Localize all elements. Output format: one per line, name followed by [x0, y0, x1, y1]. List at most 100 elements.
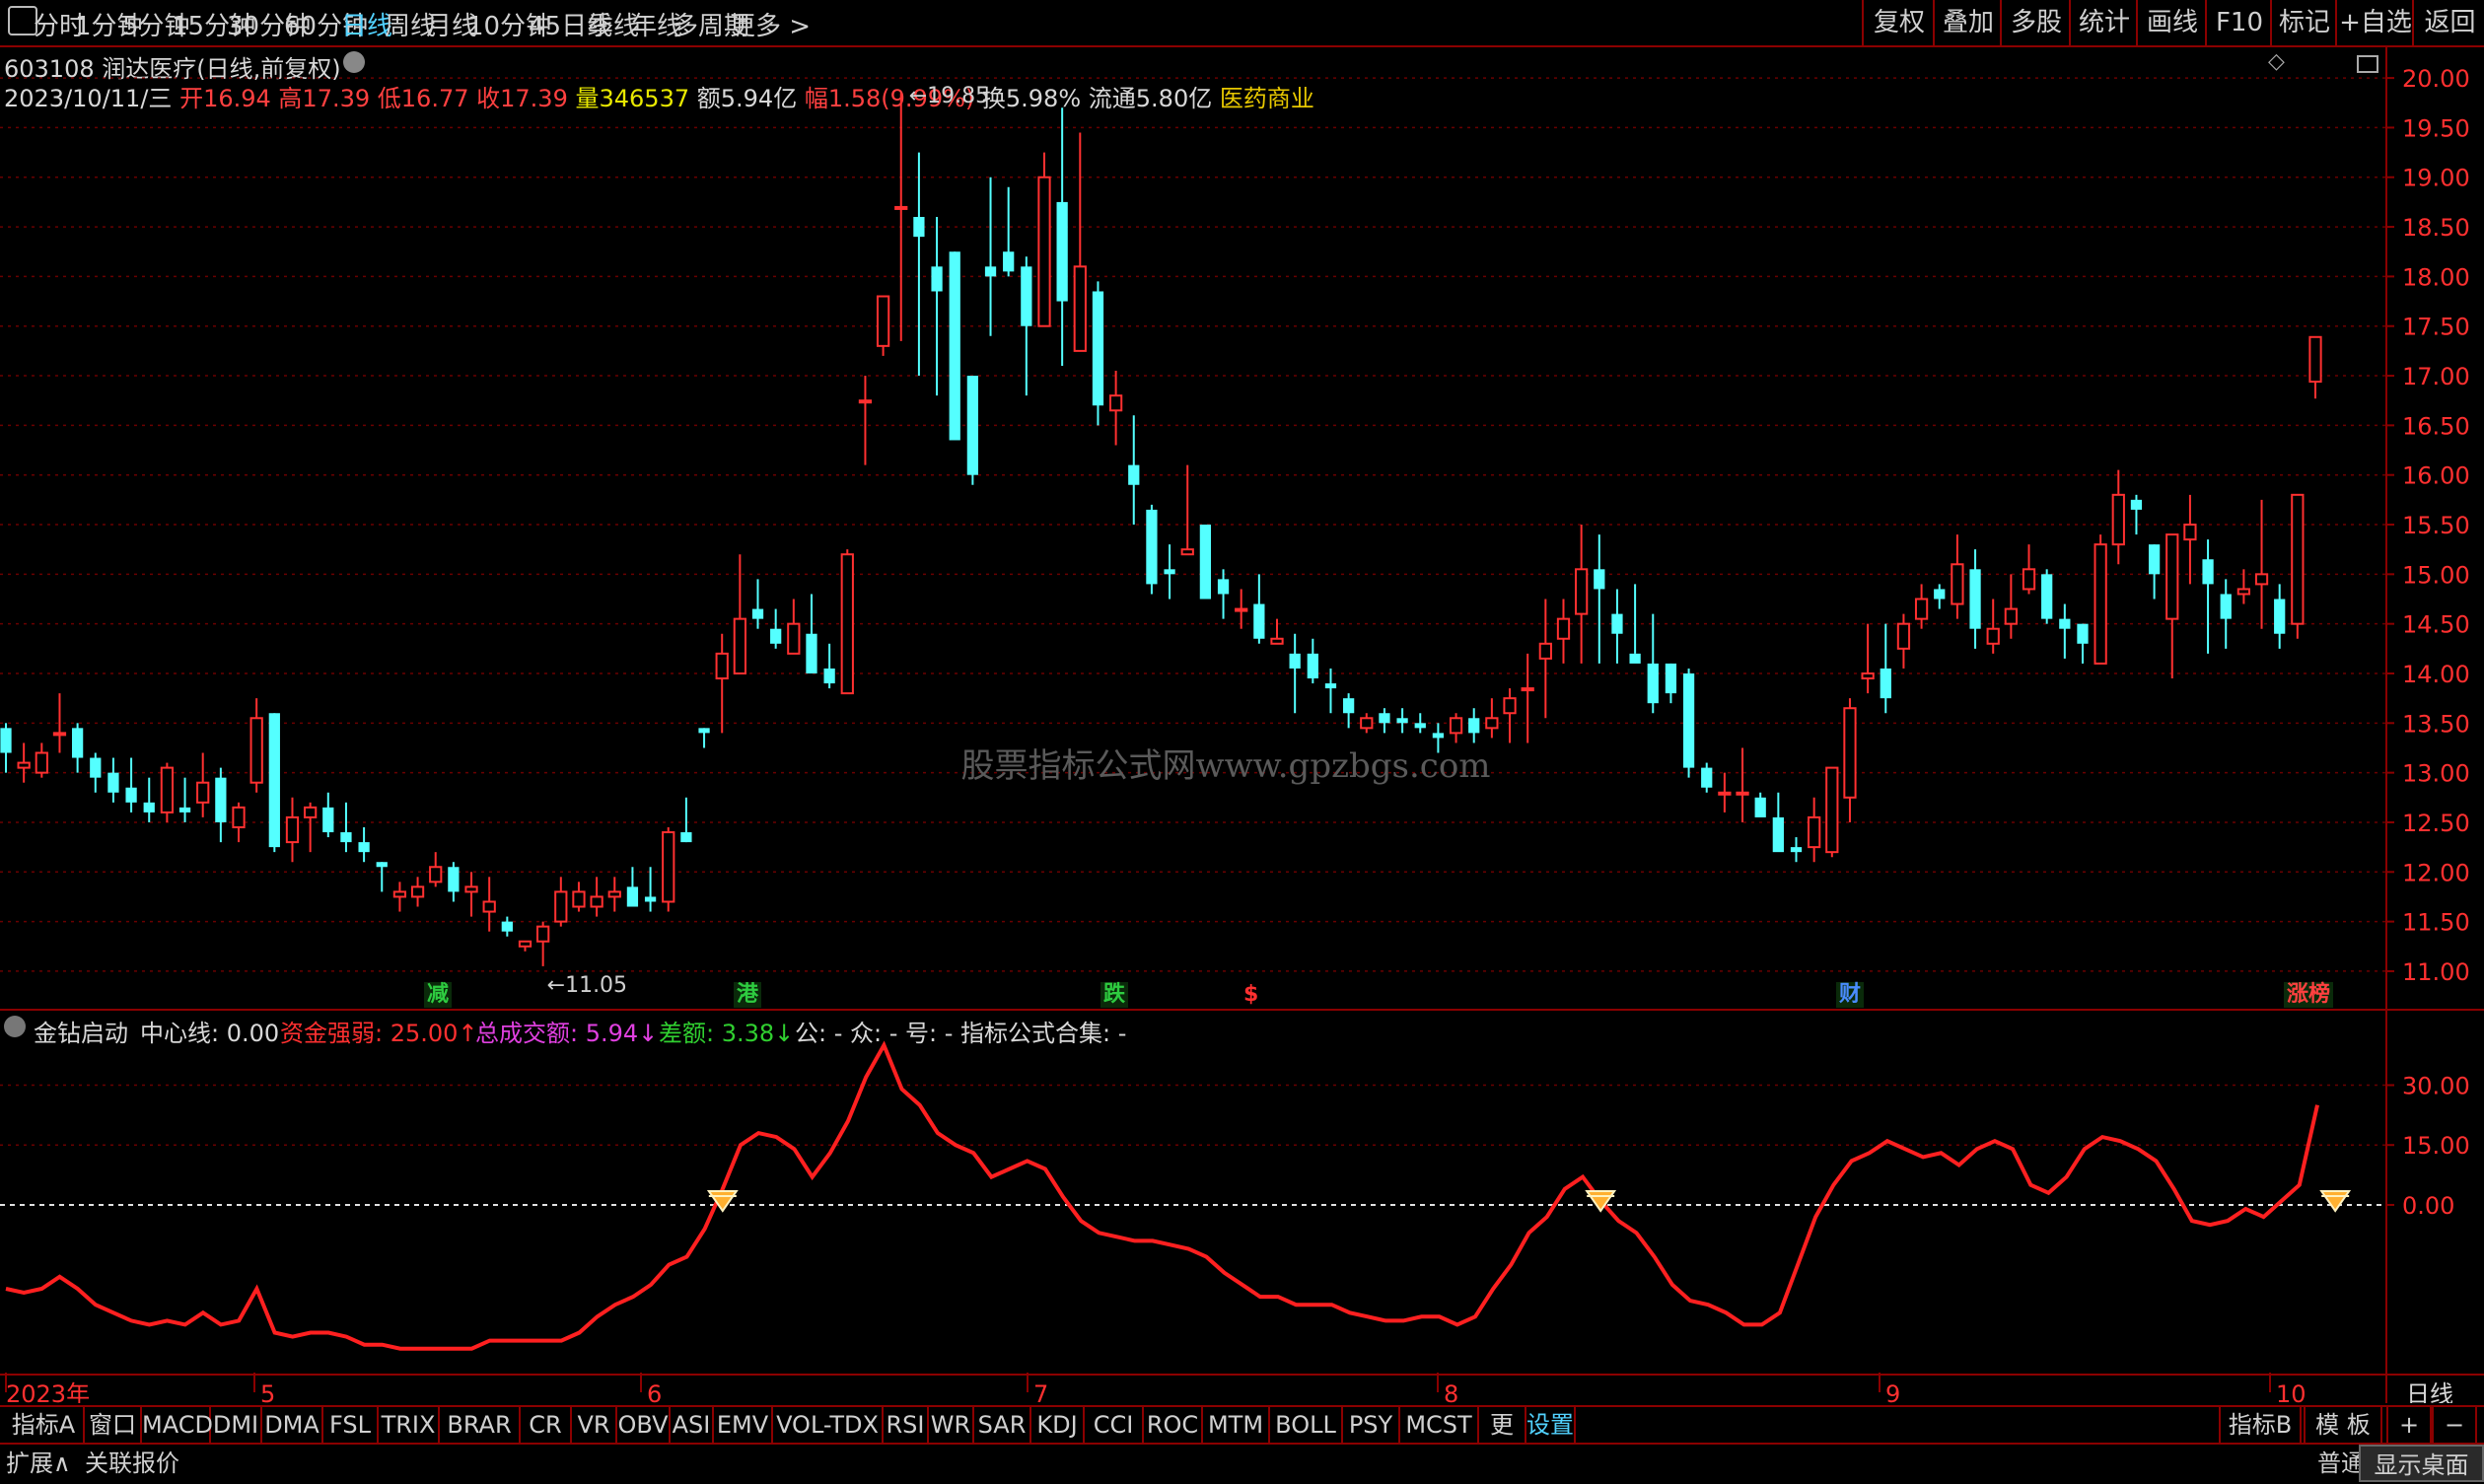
event-label-2[interactable]: 跌 — [1100, 982, 1129, 1008]
price-tick-label: 11.50 — [2402, 909, 2470, 937]
tab-right-1[interactable]: 模 板 — [2304, 1407, 2382, 1443]
date-tick-label: 2023年 — [6, 1380, 90, 1403]
indicator-tab-5[interactable]: FSL — [323, 1407, 379, 1443]
candle — [1575, 525, 1589, 664]
candle — [1270, 618, 1284, 645]
tab-right-3[interactable]: − — [2432, 1407, 2477, 1443]
candle — [1307, 638, 1318, 684]
tab-right-2[interactable]: + — [2386, 1407, 2432, 1443]
indicator-name[interactable]: 金钻启动 — [34, 1014, 128, 1048]
candle — [1538, 599, 1552, 719]
indicator-tab-16[interactable]: SAR — [974, 1407, 1031, 1443]
expand-button[interactable]: 扩展∧ — [6, 1445, 71, 1482]
candle — [787, 599, 801, 655]
indicator-tab-11[interactable]: ASI — [671, 1407, 714, 1443]
indicator-tab-2[interactable]: MACD — [142, 1407, 213, 1443]
price-tick-label: 18.00 — [2402, 263, 2470, 291]
candle — [518, 940, 532, 952]
tab-right-0[interactable]: 指标B — [2219, 1407, 2302, 1443]
candle — [1289, 633, 1301, 714]
candle — [2291, 493, 2305, 639]
indicator-tab-12[interactable]: EMV — [714, 1407, 773, 1443]
indicator-tab-10[interactable]: OBV — [617, 1407, 671, 1443]
candle — [1951, 534, 1964, 619]
toolbar-button-4[interactable]: 画线 — [2136, 0, 2207, 45]
candle — [751, 579, 764, 629]
linked-quote-button[interactable]: 关联报价 — [85, 1445, 179, 1482]
indicator-tab-19[interactable]: ROC — [1144, 1407, 1203, 1443]
candle — [590, 877, 603, 917]
period-tab-14[interactable]: 更多 > — [730, 6, 811, 42]
candlestick-series — [0, 93, 2322, 966]
indicator-tab-13[interactable]: VOL-TDX — [773, 1407, 884, 1443]
price-tick-label: 11.00 — [2402, 958, 2470, 986]
toolbar-button-5[interactable]: F10 — [2205, 0, 2272, 45]
candle — [1324, 668, 1337, 714]
indicator-tab-0[interactable]: 指标A — [4, 1407, 85, 1443]
indicator-tab-8[interactable]: CR — [521, 1407, 572, 1443]
event-label-1[interactable]: 港 — [734, 982, 762, 1008]
candle — [376, 862, 388, 892]
diamond-signal-icon — [1585, 1189, 1617, 1213]
indicator-tab-17[interactable]: KDJ — [1031, 1407, 1085, 1443]
indicator-tick-label: 15.00 — [2402, 1132, 2470, 1160]
toolbar-button-3[interactable]: 统计 — [2069, 0, 2138, 45]
candle — [1180, 464, 1194, 556]
toolbar-button-8[interactable]: 返回 — [2412, 0, 2484, 45]
indicator-tab-25[interactable]: 设置 — [1526, 1407, 1576, 1443]
event-label-4[interactable]: 财 — [1836, 982, 1865, 1008]
toolbar-button-7[interactable]: +自选 — [2335, 0, 2414, 45]
indicator-tab-24[interactable]: 更多 — [1479, 1407, 1526, 1474]
indicator-tab-6[interactable]: TRIX — [379, 1407, 440, 1443]
indicator-tab-15[interactable]: WR — [929, 1407, 974, 1443]
candle — [1108, 371, 1123, 446]
date-tick-label: 5 — [260, 1380, 275, 1403]
indicator-tab-21[interactable]: BOLL — [1270, 1407, 1343, 1443]
candle — [1736, 747, 1749, 822]
event-label-3[interactable]: $ — [1241, 982, 1261, 1008]
candle — [1718, 772, 1732, 813]
indicator-axis: 30.00 15.00 0.00 — [0, 1072, 2470, 1220]
indicator-tab-23[interactable]: MCST — [1400, 1407, 1479, 1443]
indicator-tab-20[interactable]: MTM — [1203, 1407, 1270, 1443]
toolbar-button-0[interactable]: 复权 — [1862, 0, 1935, 45]
price-tick-label: 14.00 — [2402, 661, 2470, 688]
indicator-tab-18[interactable]: CCI — [1085, 1407, 1144, 1443]
watermark: 股票指标公式网www.gpzbgs.com — [960, 746, 1490, 786]
toolbar-button-2[interactable]: 多股 — [2000, 0, 2071, 45]
show-desktop-button[interactable]: 显示桌面 — [2359, 1445, 2484, 1482]
candle — [2274, 584, 2286, 649]
candle — [1128, 415, 1140, 526]
candle — [1199, 525, 1212, 600]
candle — [572, 882, 586, 912]
indicator-tab-4[interactable]: DMA — [262, 1407, 323, 1443]
indicator-tab-7[interactable]: BRAR — [440, 1407, 521, 1443]
indicator-tab-3[interactable]: DMI — [211, 1407, 262, 1443]
toolbar-button-1[interactable]: 叠加 — [1933, 0, 2002, 45]
indicator-tab-22[interactable]: PSY — [1343, 1407, 1400, 1443]
candle — [143, 777, 155, 822]
price-tick-label: 16.00 — [2402, 462, 2470, 490]
event-label-5[interactable]: 涨榜 — [2284, 982, 2334, 1008]
candle — [949, 251, 960, 441]
toolbar-button-6[interactable]: 标记 — [2270, 0, 2337, 45]
candle — [715, 633, 729, 734]
indicator-tab-9[interactable]: VR — [572, 1407, 617, 1443]
indicator-tab-1[interactable]: 窗口 — [85, 1407, 142, 1443]
indicator-tab-14[interactable]: RSI — [884, 1407, 929, 1443]
candle — [17, 742, 31, 783]
candle — [215, 767, 227, 843]
candle — [1521, 653, 1534, 743]
date-tick-label: 6 — [647, 1380, 662, 1403]
candle — [268, 713, 280, 853]
candle — [285, 797, 300, 863]
collapse-icon[interactable] — [4, 1016, 26, 1037]
candle — [931, 217, 943, 396]
candle — [894, 93, 908, 341]
event-label-0[interactable]: 减 — [424, 982, 453, 1008]
candle — [2236, 569, 2251, 604]
candle — [1092, 281, 1104, 426]
candle — [644, 867, 657, 912]
candle — [358, 826, 370, 863]
candle — [1665, 663, 1677, 704]
